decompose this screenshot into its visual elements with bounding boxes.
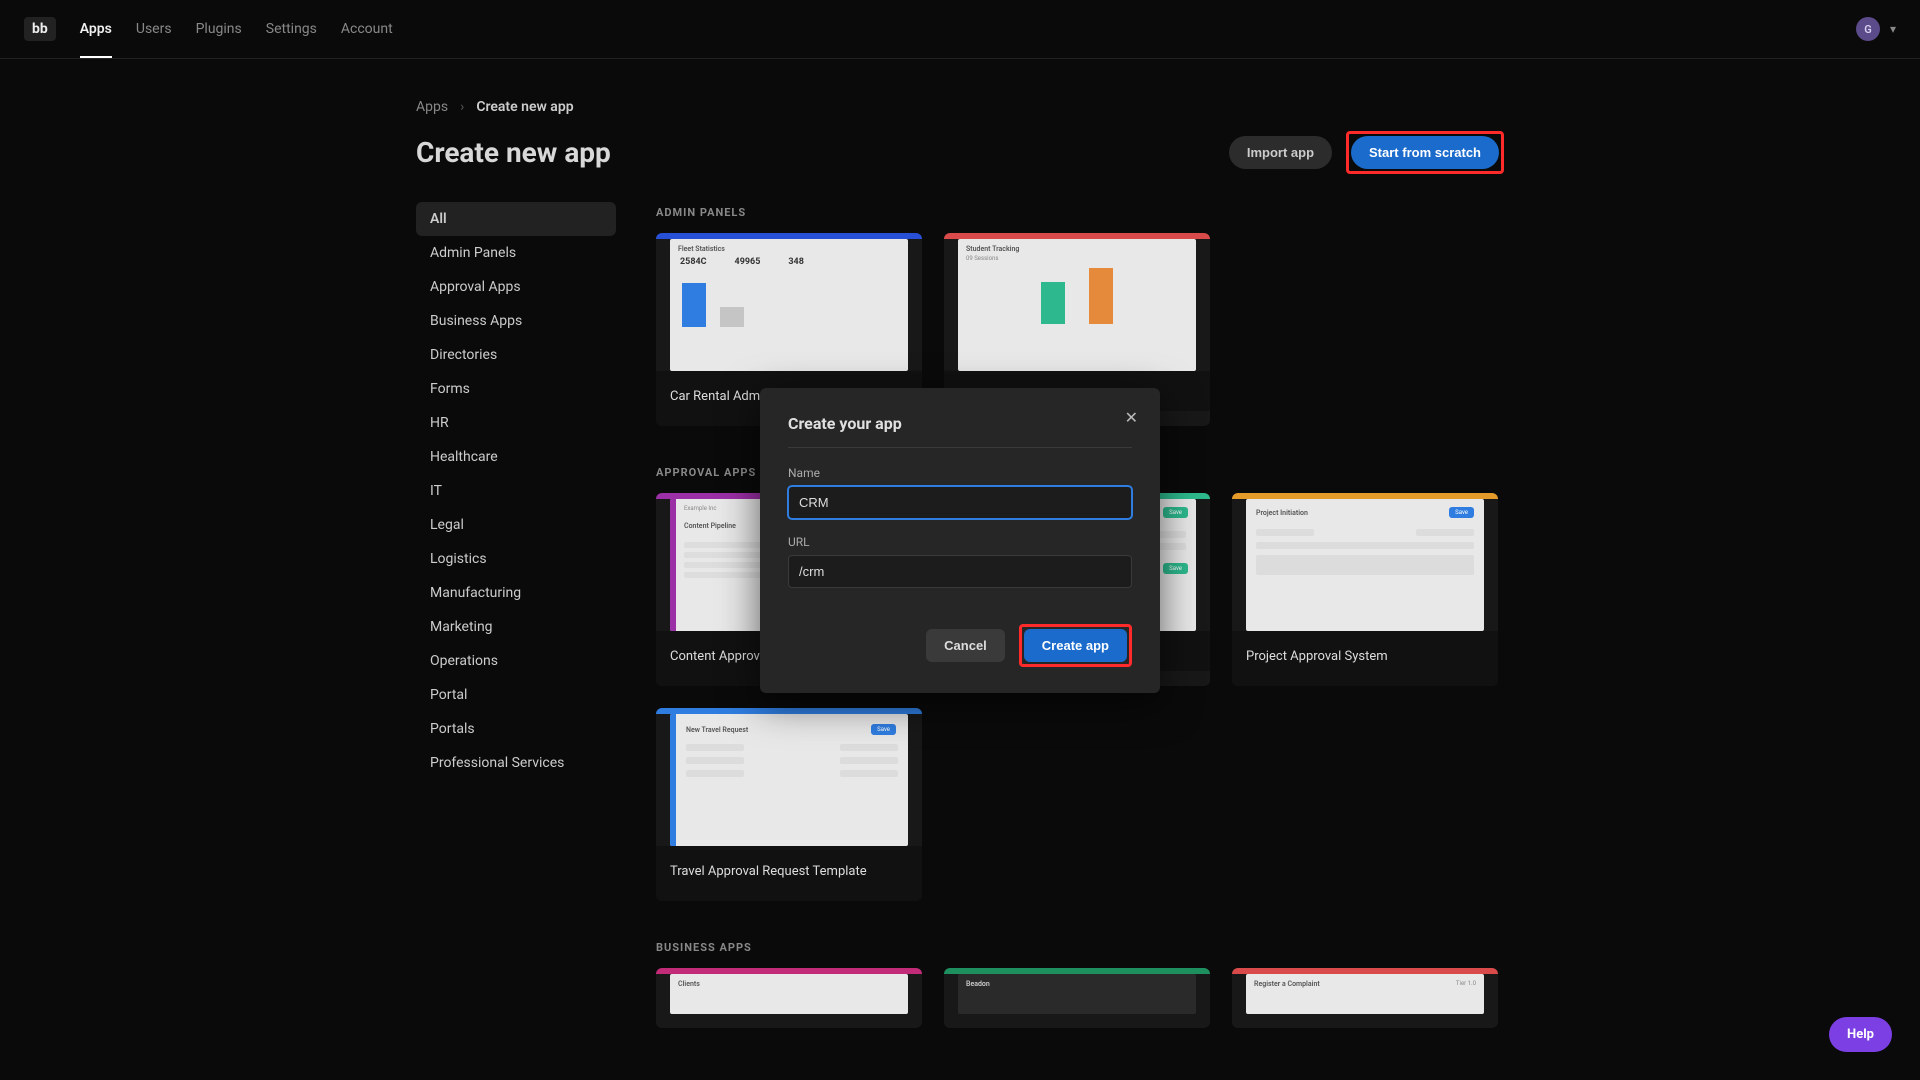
- category-admin-panels[interactable]: Admin Panels: [416, 236, 616, 270]
- help-button[interactable]: Help: [1829, 1017, 1892, 1052]
- preview-field: [686, 757, 744, 764]
- chevron-right-icon: ›: [460, 99, 464, 115]
- nav-settings[interactable]: Settings: [266, 0, 317, 58]
- annotation-highlight: Create app: [1019, 624, 1132, 667]
- avatar: G: [1856, 17, 1880, 41]
- card-preview: New Travel Request Save: [670, 714, 908, 846]
- category-legal[interactable]: Legal: [416, 508, 616, 542]
- category-all[interactable]: All: [416, 202, 616, 236]
- preview-title: Fleet Statistics: [670, 239, 908, 255]
- page-title: Create new app: [416, 136, 611, 169]
- preview-title: Beadon: [958, 974, 1196, 990]
- nav-apps[interactable]: Apps: [80, 0, 112, 58]
- url-field-label: URL: [788, 535, 1132, 549]
- preview-bar: [1089, 268, 1113, 324]
- name-input[interactable]: [788, 486, 1132, 519]
- primary-nav: Apps Users Plugins Settings Account: [80, 0, 1856, 58]
- import-app-button[interactable]: Import app: [1229, 136, 1332, 169]
- preview-button: Save: [871, 724, 896, 735]
- name-field-label: Name: [788, 466, 1132, 480]
- category-it[interactable]: IT: [416, 474, 616, 508]
- preview-field: [686, 744, 744, 751]
- preview-field: [1256, 529, 1314, 536]
- preview-bar: [682, 283, 706, 327]
- close-icon[interactable]: ✕: [1125, 408, 1138, 427]
- preview-field: [840, 757, 898, 764]
- preview-field: [840, 744, 898, 751]
- section-admin-panels: ADMIN PANELS: [656, 206, 1504, 219]
- category-hr[interactable]: HR: [416, 406, 616, 440]
- create-app-button[interactable]: Create app: [1024, 629, 1127, 662]
- card-preview: Clients: [670, 974, 908, 1014]
- preview-button: Save: [1449, 507, 1474, 518]
- user-menu[interactable]: G ▾: [1856, 17, 1896, 41]
- preview-stat: 348: [788, 257, 804, 267]
- card-preview: Beadon: [958, 974, 1196, 1014]
- category-marketing[interactable]: Marketing: [416, 610, 616, 644]
- template-card[interactable]: Beadon: [944, 968, 1210, 1028]
- preview-stat: 2584C: [680, 257, 707, 267]
- preview-stat: 49965: [735, 257, 761, 267]
- category-forms[interactable]: Forms: [416, 372, 616, 406]
- preview-field: [1256, 555, 1474, 575]
- card-preview: Student Tracking 09 Sessions: [958, 239, 1196, 371]
- breadcrumb-current: Create new app: [476, 99, 573, 115]
- preview-button: Save: [1163, 563, 1188, 574]
- breadcrumb-root[interactable]: Apps: [416, 99, 448, 115]
- category-portals[interactable]: Portals: [416, 712, 616, 746]
- nav-users[interactable]: Users: [136, 0, 172, 58]
- breadcrumb: Apps › Create new app: [416, 99, 1504, 115]
- preview-field: [840, 770, 898, 777]
- cancel-button[interactable]: Cancel: [926, 629, 1005, 662]
- preview-subtitle: 09 Sessions: [958, 255, 1196, 266]
- preview-field: [686, 770, 744, 777]
- template-card[interactable]: New Travel Request Save Travel Approval …: [656, 708, 922, 901]
- section-business-apps: BUSINESS APPS: [656, 941, 1504, 954]
- annotation-highlight: Start from scratch: [1346, 131, 1504, 174]
- category-portal[interactable]: Portal: [416, 678, 616, 712]
- preview-field: [1256, 542, 1474, 549]
- url-input[interactable]: [788, 555, 1132, 588]
- preview-title: Clients: [670, 974, 908, 990]
- nav-plugins[interactable]: Plugins: [196, 0, 242, 58]
- category-business-apps[interactable]: Business Apps: [416, 304, 616, 338]
- card-preview: Register a Complaint Tier 1.0: [1246, 974, 1484, 1014]
- preview-title: New Travel Request: [686, 726, 748, 734]
- template-card[interactable]: Clients: [656, 968, 922, 1028]
- category-directories[interactable]: Directories: [416, 338, 616, 372]
- chevron-down-icon: ▾: [1890, 22, 1896, 36]
- card-label: Project Approval System: [1232, 631, 1498, 686]
- preview-sidebar: [670, 714, 676, 846]
- topbar: bb Apps Users Plugins Settings Account G…: [0, 0, 1920, 59]
- card-preview: Fleet Statistics 2584C 49965 348: [670, 239, 908, 371]
- preview-title: Student Tracking: [958, 239, 1196, 255]
- category-professional-services[interactable]: Professional Services: [416, 746, 616, 780]
- category-sidebar: All Admin Panels Approval Apps Business …: [416, 202, 616, 1068]
- preview-title: Register a Complaint: [1254, 980, 1320, 988]
- card-label: Travel Approval Request Template: [656, 846, 922, 901]
- preview-field: [1416, 529, 1474, 536]
- modal-title: Create your app: [788, 414, 1132, 448]
- nav-account[interactable]: Account: [341, 0, 393, 58]
- category-manufacturing[interactable]: Manufacturing: [416, 576, 616, 610]
- preview-button: Save: [1163, 507, 1188, 518]
- card-preview: Project Initiation Save: [1246, 499, 1484, 631]
- category-logistics[interactable]: Logistics: [416, 542, 616, 576]
- brand-logo[interactable]: bb: [24, 17, 56, 41]
- category-healthcare[interactable]: Healthcare: [416, 440, 616, 474]
- preview-bar: [720, 307, 744, 327]
- start-from-scratch-button[interactable]: Start from scratch: [1351, 136, 1499, 169]
- preview-bar: [1041, 282, 1065, 324]
- preview-title: Project Initiation: [1256, 509, 1308, 517]
- category-approval-apps[interactable]: Approval Apps: [416, 270, 616, 304]
- template-card[interactable]: Project Initiation Save Project Approval…: [1232, 493, 1498, 686]
- template-card[interactable]: Register a Complaint Tier 1.0: [1232, 968, 1498, 1028]
- preview-sidebar: [670, 499, 676, 631]
- preview-meta: Tier 1.0: [1456, 980, 1476, 988]
- create-app-modal: ✕ Create your app Name URL Cancel Create…: [760, 388, 1160, 693]
- category-operations[interactable]: Operations: [416, 644, 616, 678]
